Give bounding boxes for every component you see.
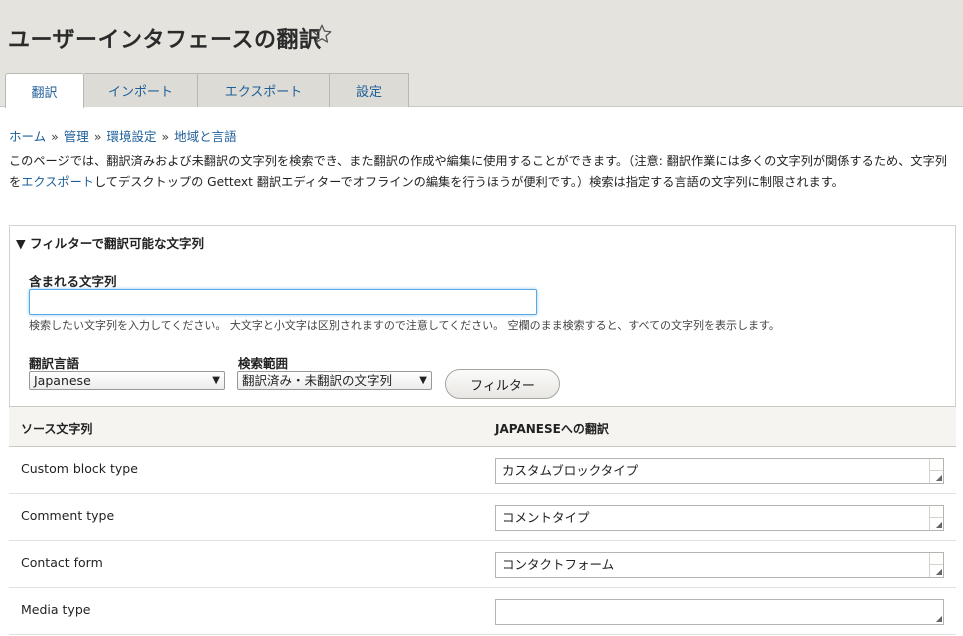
translation-value: コメントタイプ: [502, 510, 590, 525]
source-string: Comment type: [21, 508, 115, 523]
header-translation: JAPANESEへの翻訳: [495, 422, 609, 436]
breadcrumb-separator: »: [161, 129, 170, 144]
filter-fieldset: ▼ フィルターで翻訳可能な文字列 含まれる文字列 検索したい文字列を入力してくだ…: [9, 225, 956, 407]
table-row: Contact form コンタクトフォーム ◢: [9, 541, 956, 588]
contains-label: 含まれる文字列: [29, 274, 117, 289]
translation-table: ソース文字列 JAPANESEへの翻訳 Custom block type カス…: [9, 406, 956, 635]
breadcrumb: ホーム » 管理 » 環境設定 » 地域と言語: [9, 126, 237, 145]
translation-textarea[interactable]: コンタクトフォーム ◢: [495, 552, 944, 578]
resize-grip-icon[interactable]: ◢: [936, 615, 942, 623]
translation-value: コンタクトフォーム: [502, 557, 615, 572]
table-row: Comment type コメントタイプ ◢: [9, 494, 956, 541]
translation-value: カスタムブロックタイプ: [502, 463, 639, 478]
resize-grip-icon[interactable]: ◢: [936, 521, 942, 529]
source-string: Media type: [21, 602, 91, 617]
page-title: ユーザーインタフェースの翻訳: [8, 28, 322, 53]
star-icon[interactable]: [311, 23, 333, 45]
source-string: Custom block type: [21, 461, 138, 476]
resize-grip-icon[interactable]: ◢: [936, 474, 942, 482]
language-select[interactable]: Japanese ▼: [29, 371, 225, 390]
tab-translate[interactable]: 翻訳: [5, 73, 84, 108]
tab-settings[interactable]: 設定: [330, 73, 409, 107]
scope-select-value: 翻訳済み・未翻訳の文字列: [242, 373, 393, 388]
triangle-down-icon: ▼: [419, 375, 427, 386]
page-header: ユーザーインタフェースの翻訳 翻訳 インポート エクスポート 設定: [0, 0, 963, 108]
breadcrumb-admin[interactable]: 管理: [64, 129, 89, 144]
breadcrumb-separator: »: [93, 129, 102, 144]
triangle-down-icon: ▼: [212, 375, 220, 386]
export-link[interactable]: エクスポート: [21, 175, 94, 189]
search-string-input[interactable]: [29, 289, 537, 315]
page-description: このページでは、翻訳済みおよび未翻訳の文字列を検索でき、また翻訳の作成や編集に使…: [9, 151, 955, 192]
scope-select[interactable]: 翻訳済み・未翻訳の文字列 ▼: [237, 371, 432, 390]
translation-textarea[interactable]: カスタムブロックタイプ ◢: [495, 458, 944, 484]
search-hint: 検索したい文字列を入力してください。 大文字と小文字は区別されますので注意してく…: [29, 319, 780, 332]
tab-import[interactable]: インポート: [84, 73, 198, 107]
table-header: ソース文字列 JAPANESEへの翻訳: [9, 406, 956, 447]
translation-textarea[interactable]: ◢: [495, 599, 944, 625]
table-row: Media type ◢: [9, 588, 956, 635]
breadcrumb-separator: »: [51, 129, 59, 144]
filter-legend-toggle[interactable]: ▼ フィルターで翻訳可能な文字列: [16, 233, 204, 252]
tab-export[interactable]: エクスポート: [198, 73, 330, 107]
language-select-value: Japanese: [34, 373, 91, 388]
translation-textarea[interactable]: コメントタイプ ◢: [495, 505, 944, 531]
description-text-2: してデスクトップの Gettext 翻訳エディターでオフラインの編集を行うほうが…: [93, 174, 844, 189]
scope-label: 検索範囲: [238, 356, 289, 371]
resize-grip-icon[interactable]: ◢: [936, 568, 942, 576]
header-source: ソース文字列: [21, 422, 93, 436]
language-label: 翻訳言語: [29, 356, 80, 371]
breadcrumb-regional[interactable]: 地域と言語: [174, 129, 237, 144]
table-row: Custom block type カスタムブロックタイプ ◢: [9, 447, 956, 494]
filter-button[interactable]: フィルター: [445, 369, 560, 399]
primary-tabs: 翻訳 インポート エクスポート 設定: [5, 73, 409, 108]
breadcrumb-config[interactable]: 環境設定: [106, 129, 156, 144]
source-string: Contact form: [21, 555, 103, 570]
breadcrumb-home[interactable]: ホーム: [9, 129, 46, 144]
